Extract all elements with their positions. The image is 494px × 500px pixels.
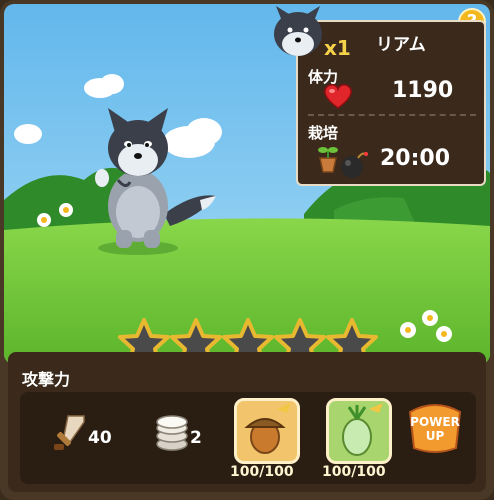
coin-value: 2 (190, 428, 202, 448)
acorn-icon (244, 403, 291, 454)
grow-label: 栽培 (308, 124, 339, 142)
hp-value: 1190 (392, 78, 454, 103)
grow-timer: 20:00 (380, 146, 451, 171)
wolf-avatar-icon (274, 6, 322, 56)
sword-value: 40 (88, 428, 112, 448)
attack-items-tray: 40 2 100/100 100/100 POWER UP (20, 392, 476, 484)
acorn-slot[interactable] (234, 398, 300, 464)
acorn-count: 100/100 (230, 464, 294, 480)
power-up-label-1: POWER (410, 415, 460, 429)
attack-label: 攻撃力 (22, 370, 71, 389)
pet-name: リアム (376, 35, 426, 55)
sword-icon (54, 415, 85, 450)
game-frame: ? x1 リアム 体力 1190 栽培 20:00 (0, 0, 494, 500)
vegetable-icon (342, 403, 383, 456)
coin-stack-icon (156, 415, 188, 451)
bomb-icon (341, 152, 368, 178)
vegetable-count: 100/100 (322, 464, 386, 480)
attack-panel: 攻撃力 40 2 100/100 100/100 POWER UP (8, 352, 486, 492)
panel-divider (308, 114, 476, 116)
vegetable-slot[interactable] (326, 398, 392, 464)
heart-icon (324, 84, 352, 109)
power-up-label-2: UP (426, 429, 445, 443)
power-up-icon[interactable]: POWER UP (404, 398, 466, 456)
